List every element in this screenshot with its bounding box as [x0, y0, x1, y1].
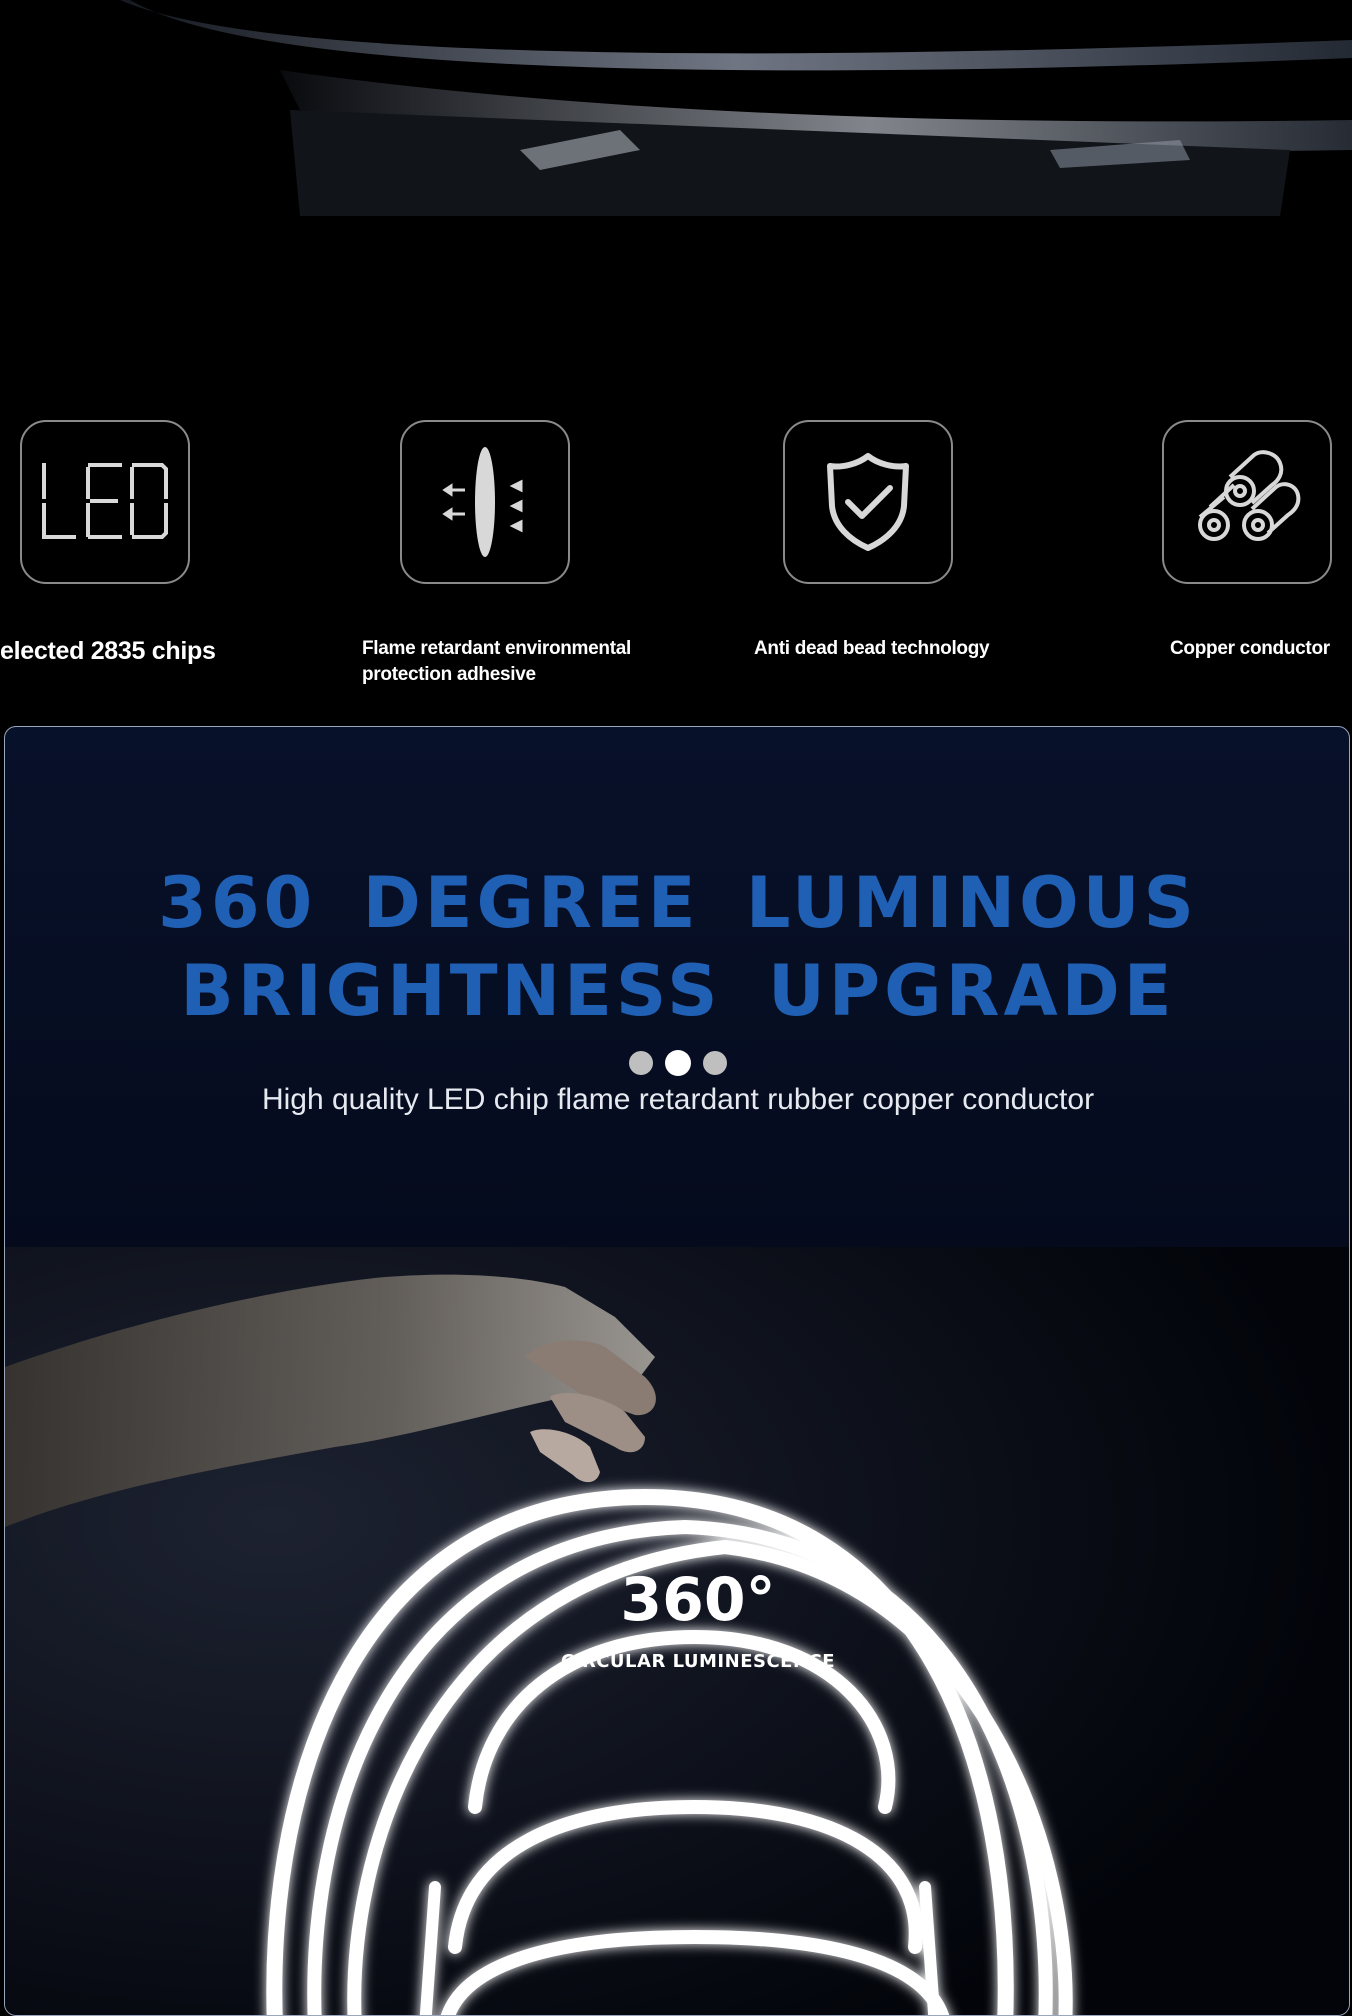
luminous-panel: 360 DEGREE LUMINOUS BRIGHTNESS UPGRADE H… — [4, 726, 1350, 2016]
hero-image — [0, 0, 1352, 220]
carousel-dot[interactable] — [629, 1051, 653, 1075]
degree-caption: CIRCULAR LUMINESCENCE — [560, 1651, 836, 1672]
feature-label-anti-dead-bead: Anti dead bead technology — [754, 638, 990, 659]
copper-rolls-icon — [1162, 420, 1332, 584]
shield-check-icon — [783, 420, 953, 584]
feature-label-copper: Copper conductor — [1170, 638, 1330, 659]
headline-line-1: 360 DEGREE LUMINOUS — [158, 862, 1198, 944]
subtitle: High quality LED chip flame retardant ru… — [261, 1083, 1095, 1116]
led-display-icon — [20, 420, 190, 584]
carousel-dots — [5, 1050, 1349, 1076]
carousel-dot[interactable] — [703, 1051, 727, 1075]
degree-value: 360° — [620, 1565, 776, 1635]
feature-label-adhesive: Flame retardant environmental protection… — [362, 638, 631, 685]
feature-list: elected 2835 chips Flame retardant envir… — [0, 420, 1352, 700]
headline: 360 DEGREE LUMINOUS BRIGHTNESS UPGRADE — [5, 859, 1349, 1035]
lens-icon — [400, 420, 570, 584]
feature-label-chips: elected 2835 chips — [0, 637, 216, 665]
headline-line-2: BRIGHTNESS UPGRADE — [180, 950, 1176, 1032]
carousel-dot-active[interactable] — [665, 1050, 691, 1076]
